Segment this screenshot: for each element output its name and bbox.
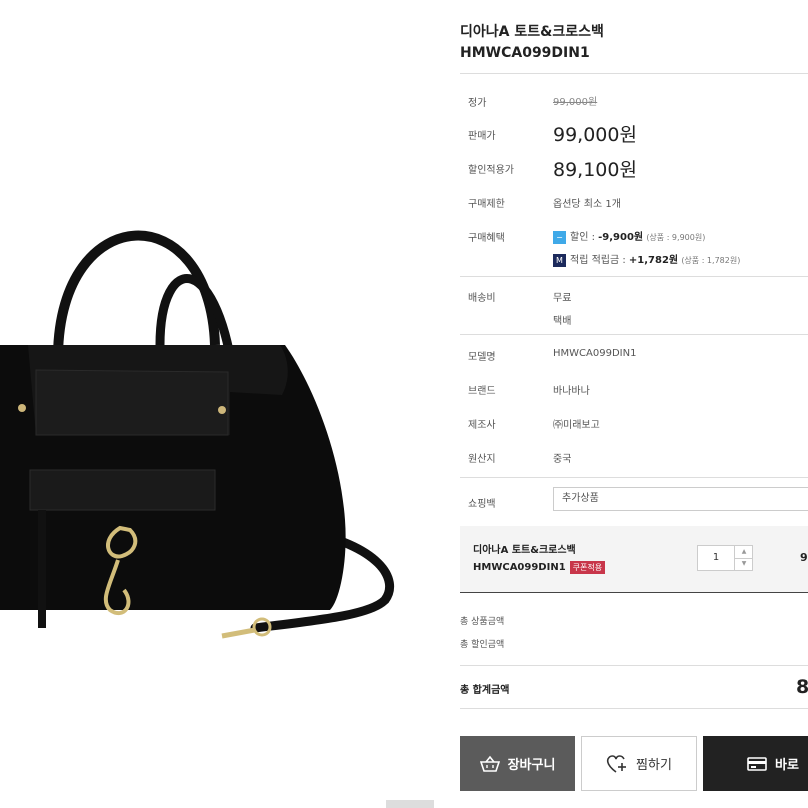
shipping-label: 배송비 (468, 293, 496, 304)
divider (460, 665, 808, 666)
selected-option-box: 디아나A 토트&크로스백 HMWCA099DIN1 쿠폰적용 (460, 526, 808, 593)
basket-icon (479, 755, 500, 772)
shipping-value: 무료 (553, 293, 572, 304)
divider (460, 708, 808, 709)
shipping-method: 택배 (553, 316, 572, 327)
origin-label: 원산지 (468, 454, 496, 465)
maker-label: 제조사 (468, 420, 496, 431)
benefit-sale: − 할인 : -9,900원 (상품 : 9,900원) (553, 228, 705, 244)
benefit-mile-amount: +1,782원 (628, 255, 679, 266)
buy-now-button[interactable]: 바로 (703, 736, 808, 791)
mileage-badge-icon: M (553, 253, 566, 267)
product-info-panel: 디아나A 토트&크로스백 HMWCA099DIN1 정가 99,000원 판매가… (460, 0, 808, 808)
list-price-label: 정가 (468, 98, 487, 109)
bag-illustration (0, 230, 394, 639)
grand-total-label: 총 합계금액 (460, 685, 510, 696)
grand-total: 8 (796, 676, 808, 698)
sale-price: 99,000원 (553, 124, 637, 146)
quantity-stepper[interactable]: 1 ▲ ▼ (697, 545, 753, 571)
heart-plus-icon (606, 754, 627, 773)
image-slider-tab[interactable] (386, 800, 434, 808)
benefit-sale-note: (상품 : 9,900원) (646, 233, 706, 242)
coupon-badge[interactable]: 쿠폰적용 (569, 560, 606, 574)
limit-value: 옵션당 최소 1개 (553, 199, 621, 210)
benefit-sale-amount: -9,900원 (598, 232, 644, 243)
discount-price-label: 할인적용가 (468, 165, 514, 176)
option-name: 디아나A 토트&크로스백 HMWCA099DIN1 쿠폰적용 (473, 542, 606, 576)
brand-label: 브랜드 (468, 386, 496, 397)
wish-label: 찜하기 (636, 758, 672, 773)
shopping-bag-label: 쇼핑백 (468, 499, 496, 510)
sale-price-label: 판매가 (468, 131, 496, 142)
origin-value: 중국 (553, 454, 572, 465)
cart-button[interactable]: 장바구니 (460, 736, 575, 791)
product-code: HMWCA099DIN1 (460, 45, 590, 61)
limit-label: 구매제한 (468, 199, 505, 210)
option-price: 9 (800, 551, 808, 564)
card-icon (747, 756, 767, 771)
cart-label: 장바구니 (507, 758, 556, 773)
benefit-label: 구매혜택 (468, 233, 505, 244)
wish-button[interactable]: 찜하기 (581, 736, 697, 791)
benefit-sale-prefix: 할인 : (570, 232, 599, 243)
option-name-line1: 디아나A 토트&크로스백 (473, 545, 576, 556)
product-image (0, 0, 440, 808)
model-value: HMWCA099DIN1 (553, 348, 637, 359)
divider (460, 276, 808, 277)
shopping-bag-select[interactable]: 추가상품 (553, 487, 808, 511)
sale-badge-icon: − (553, 230, 566, 244)
divider (460, 477, 808, 478)
buy-label: 바로 (775, 758, 799, 773)
option-name-line2: HMWCA099DIN1 (473, 562, 566, 573)
benefit-mile-note: (상품 : 1,782원) (681, 256, 741, 265)
maker-value: ㈜미래보고 (553, 420, 600, 431)
list-price: 99,000원 (553, 97, 598, 108)
divider (460, 334, 808, 335)
brand-value: 바나바나 (553, 386, 590, 397)
discount-total-label: 총 할인금액 (460, 640, 505, 650)
benefit-mile-prefix: 적립 적립금 : (570, 255, 629, 266)
product-name: 디아나A 토트&크로스백 (460, 24, 604, 40)
product-total-label: 총 상품금액 (460, 617, 505, 627)
benefit-mileage: M 적립 적립금 : +1,782원 (상품 : 1,782원) (553, 251, 740, 267)
model-label: 모델명 (468, 352, 496, 363)
quantity-down-icon[interactable]: ▼ (734, 558, 753, 570)
quantity-input[interactable]: 1 (698, 546, 734, 570)
divider (460, 73, 808, 74)
discount-price: 89,100원 (553, 159, 637, 181)
product-title: 디아나A 토트&크로스백 HMWCA099DIN1 (460, 22, 604, 64)
